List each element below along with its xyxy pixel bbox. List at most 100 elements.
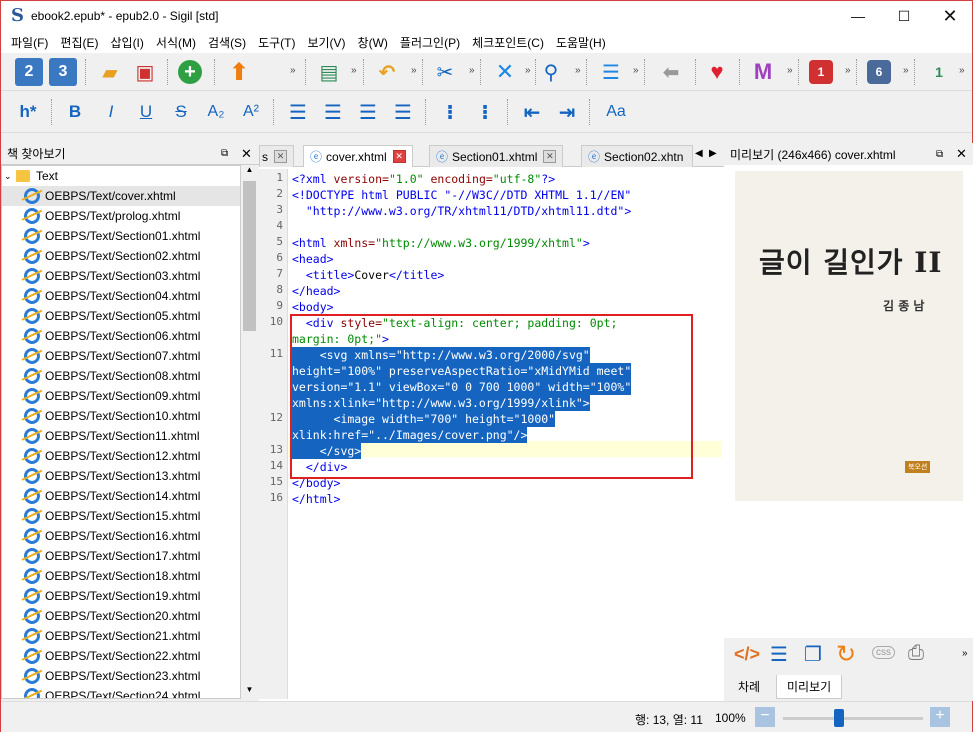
menu-help[interactable]: 도움말(H) [550, 34, 612, 51]
zoom-out-button[interactable]: − [755, 707, 775, 727]
menu-edit[interactable]: 편집(E) [54, 34, 104, 51]
subscript-button[interactable]: A₂ [202, 98, 230, 126]
split-icon[interactable]: ☰ [597, 58, 625, 86]
close-tab-icon[interactable]: ✕ [543, 150, 557, 163]
maximize-button[interactable]: ☐ [881, 1, 927, 31]
file-item[interactable]: OEBPS/Text/cover.xhtml [2, 186, 240, 206]
file-item[interactable]: OEBPS/Text/Section24.xhtml [2, 686, 240, 698]
file-item[interactable]: OEBPS/Text/Section23.xhtml [2, 666, 240, 686]
zoom-in-button[interactable]: + [930, 707, 950, 727]
tab-scroll-left-icon[interactable]: ◀ [695, 148, 703, 159]
search-icon[interactable]: ⚲ [537, 58, 565, 86]
menu-view[interactable]: 보기(V) [301, 34, 351, 51]
copy-icon[interactable]: ❐ [804, 642, 822, 667]
file-item[interactable]: OEBPS/Text/Section13.xhtml [2, 466, 240, 486]
add-file-icon[interactable]: + [178, 60, 202, 84]
file-item[interactable]: OEBPS/Text/Section12.xhtml [2, 446, 240, 466]
format-icon[interactable]: ▤ [315, 58, 343, 86]
epub3-icon[interactable]: 3 [49, 58, 77, 86]
open-folder-icon[interactable]: ▰ [96, 58, 124, 86]
menu-tools[interactable]: 도구(T) [252, 34, 301, 51]
menu-plugins[interactable]: 플러그인(P) [394, 34, 466, 51]
change-case-button[interactable]: Aa [599, 98, 633, 126]
strikethrough-button[interactable]: S [167, 98, 195, 126]
tab-toc[interactable]: 차례 [728, 675, 770, 697]
file-item[interactable]: OEBPS/Text/Section19.xhtml [2, 586, 240, 606]
menu-window[interactable]: 창(W) [352, 34, 394, 51]
file-item[interactable]: OEBPS/Text/Section15.xhtml [2, 506, 240, 526]
file-item[interactable]: OEBPS/Text/Section18.xhtml [2, 566, 240, 586]
save-icon[interactable]: ▣ [131, 58, 159, 86]
folder-text[interactable]: ⌄ Text [2, 166, 240, 186]
file-item[interactable]: OEBPS/Text/Section11.xhtml [2, 426, 240, 446]
file-item[interactable]: OEBPS/Text/Section01.xhtml [2, 226, 240, 246]
heading-button[interactable]: h* [13, 98, 43, 126]
tab-section02[interactable]: ⓔ Section02.xhtn [581, 145, 693, 167]
file-item[interactable]: OEBPS/Text/Section20.xhtml [2, 606, 240, 626]
close-tab-icon[interactable]: ✕ [274, 150, 287, 163]
bold-button[interactable]: B [61, 98, 89, 126]
code-view-icon[interactable]: </> [734, 644, 760, 665]
align-center-icon[interactable]: ☰ [319, 98, 347, 126]
file-item[interactable]: OEBPS/Text/Section10.xhtml [2, 406, 240, 426]
cut-icon[interactable]: ✂ [431, 58, 459, 86]
file-item[interactable]: OEBPS/Text/Section14.xhtml [2, 486, 240, 506]
minimize-button[interactable]: — [835, 1, 881, 31]
tree-scrollbar[interactable]: ▲ ▼ [241, 165, 258, 699]
select-all-icon[interactable]: ☰ [770, 642, 788, 667]
file-item[interactable]: OEBPS/Text/Section09.xhtml [2, 386, 240, 406]
close-panel-icon[interactable]: ✕ [241, 146, 252, 162]
bullet-list-icon[interactable]: ⁝ [436, 98, 464, 126]
file-item[interactable]: OEBPS/Text/Section22.xhtml [2, 646, 240, 666]
plugin-1b-icon[interactable]: 1 [925, 58, 953, 86]
close-tab-icon[interactable]: ✕ [392, 150, 406, 163]
plugin-1-icon[interactable]: 1 [809, 60, 833, 84]
close-panel-icon[interactable]: ✕ [956, 146, 967, 162]
tab-preview[interactable]: 미리보기 [776, 675, 843, 699]
float-panel-icon[interactable]: ⧉ [936, 149, 943, 160]
menu-search[interactable]: 검색(S) [202, 34, 252, 51]
file-item[interactable]: OEBPS/Text/Section08.xhtml [2, 366, 240, 386]
m-plugin-icon[interactable]: M [749, 58, 777, 86]
superscript-button[interactable]: A² [237, 98, 265, 126]
tab-partial[interactable]: s ✕ [259, 145, 294, 167]
file-item[interactable]: OEBPS/Text/Section17.xhtml [2, 546, 240, 566]
css-icon[interactable]: css [872, 646, 895, 659]
epub2-icon[interactable]: 2 [15, 58, 43, 86]
chevron-down-icon[interactable]: ⌄ [4, 171, 16, 182]
undo-icon[interactable]: ↶ [373, 58, 401, 86]
tab-scroll-right-icon[interactable]: ▶ [709, 148, 717, 159]
outdent-icon[interactable]: ⇤ [518, 98, 546, 126]
file-item[interactable]: OEBPS/Text/Section03.xhtml [2, 266, 240, 286]
underline-button[interactable]: U [132, 98, 160, 126]
menu-checkpoints[interactable]: 체크포인트(C) [466, 34, 550, 51]
back-arrow-icon[interactable]: ⬅ [657, 58, 685, 86]
indent-icon[interactable]: ⇥ [553, 98, 581, 126]
align-left-icon[interactable]: ☰ [284, 98, 312, 126]
tidy-icon[interactable]: ✕ [491, 58, 519, 86]
scrollbar-thumb[interactable] [243, 181, 256, 331]
close-button[interactable]: ✕ [927, 1, 973, 31]
file-item[interactable]: OEBPS/Text/Section06.xhtml [2, 326, 240, 346]
align-justify-icon[interactable]: ☰ [389, 98, 417, 126]
menu-format[interactable]: 서식(M) [150, 34, 202, 51]
toolbar-more-icon[interactable]: » [962, 648, 968, 659]
file-item[interactable]: OEBPS/Text/Section04.xhtml [2, 286, 240, 306]
zoom-slider[interactable] [783, 709, 923, 727]
print-icon[interactable]: ⎙ [908, 642, 924, 665]
tab-section01[interactable]: ⓔ Section01.xhtml ✕ [429, 145, 564, 167]
float-panel-icon[interactable]: ⧉ [221, 148, 228, 159]
italic-button[interactable]: I [97, 98, 125, 126]
up-arrow-icon[interactable]: ⬆ [225, 58, 253, 86]
menu-file[interactable]: 파일(F) [5, 34, 54, 51]
file-item[interactable]: OEBPS/Text/Section02.xhtml [2, 246, 240, 266]
file-item[interactable]: OEBPS/Text/Section16.xhtml [2, 526, 240, 546]
file-item[interactable]: OEBPS/Text/Section07.xhtml [2, 346, 240, 366]
align-right-icon[interactable]: ☰ [354, 98, 382, 126]
heart-icon[interactable]: ♥ [703, 58, 731, 86]
file-item[interactable]: OEBPS/Text/prolog.xhtml [2, 206, 240, 226]
file-item[interactable]: OEBPS/Text/Section05.xhtml [2, 306, 240, 326]
menu-insert[interactable]: 삽입(I) [104, 34, 149, 51]
refresh-icon[interactable]: ↻ [836, 640, 856, 669]
numbered-list-icon[interactable]: ⁝ [471, 98, 499, 126]
